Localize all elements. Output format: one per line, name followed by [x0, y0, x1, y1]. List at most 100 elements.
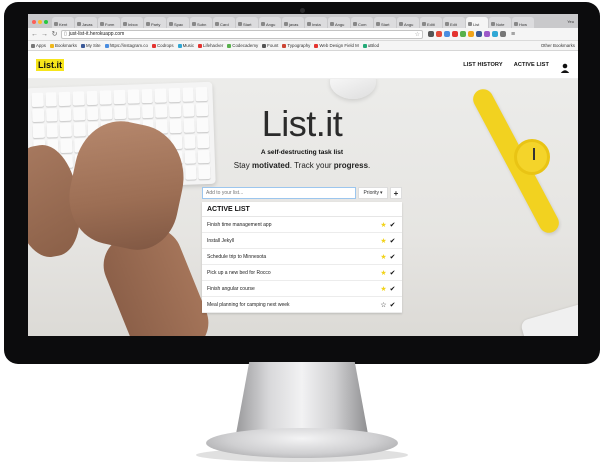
nav-list-history[interactable]: LIST HISTORY — [463, 62, 502, 68]
browser-tab[interactable]: Note — [489, 17, 511, 28]
browser-user-label[interactable]: Yeu — [567, 19, 578, 28]
browser-tab[interactable]: Edit — [443, 17, 465, 28]
task-item[interactable]: Meal planning for camping next week ☆ ✔ — [202, 297, 402, 313]
add-task-input[interactable] — [202, 187, 356, 199]
forward-arrow-icon[interactable]: → — [41, 31, 48, 38]
extension-icon[interactable] — [500, 31, 506, 37]
browser-tab[interactable]: Angu — [259, 17, 281, 28]
tab-favicon-icon — [169, 22, 173, 26]
bookmark-label: Web Design Field M — [319, 43, 359, 48]
browser-tab[interactable]: Party — [144, 17, 166, 28]
bookmark-item[interactable]: Fount — [262, 43, 278, 48]
extension-icon[interactable] — [428, 31, 434, 37]
add-task-row: Priority▾ + — [202, 187, 402, 199]
star-outline-icon[interactable]: ☆ — [379, 301, 388, 309]
extension-icon[interactable] — [452, 31, 458, 37]
star-filled-icon[interactable]: ★ — [379, 221, 388, 229]
priority-dropdown[interactable]: Priority ▾ — [358, 187, 388, 199]
extension-icon[interactable] — [436, 31, 442, 37]
watch-face-photo — [514, 139, 550, 175]
bookmark-label: https://instagram.co — [109, 43, 148, 48]
tab-favicon-icon — [54, 22, 58, 26]
tab-favicon-icon — [123, 22, 127, 26]
reload-icon[interactable]: ↻ — [51, 31, 58, 38]
browser-tab[interactable]: Start — [236, 17, 258, 28]
browser-tab[interactable]: Angu — [328, 17, 350, 28]
browser-tab[interactable]: Angu — [397, 17, 419, 28]
bookmark-item[interactable]: Apps — [31, 43, 46, 48]
star-filled-icon[interactable]: ★ — [379, 237, 388, 245]
hero-section: List.it A self-destructing task list Sta… — [28, 79, 578, 336]
caret-down-icon: ▾ — [380, 190, 383, 196]
maximize-window-button[interactable] — [44, 20, 48, 24]
task-item[interactable]: Pick up a new bed for Rocco ★ ✔ — [202, 265, 402, 281]
browser-tab[interactable]: Spac — [167, 17, 189, 28]
menu-icon[interactable]: ≡ — [511, 31, 515, 38]
browser-tab[interactable]: Subn — [190, 17, 212, 28]
task-text: Finish angular course — [207, 285, 255, 292]
browser-tab[interactable]: Kent — [52, 17, 74, 28]
add-task-button[interactable]: + — [390, 187, 402, 199]
task-item[interactable]: Finish time management app ★ ✔ — [202, 217, 402, 233]
bookmarks-bar: Apps Bookmarks My Site https://instagram.co… — [28, 41, 578, 51]
browser-tab[interactable]: Form — [98, 17, 120, 28]
checkmark-icon[interactable]: ✔ — [388, 237, 397, 245]
app-logo[interactable]: List.it — [36, 58, 64, 71]
bookmark-item[interactable]: Codrops — [151, 43, 174, 48]
extension-icon[interactable] — [484, 31, 490, 37]
checkmark-icon[interactable]: ✔ — [388, 269, 397, 277]
extension-icon[interactable] — [468, 31, 474, 37]
browser-tab[interactable]: Com — [351, 17, 373, 28]
extension-icon[interactable] — [492, 31, 498, 37]
bookmark-item[interactable]: My Site — [80, 43, 101, 48]
bookmark-star-icon[interactable]: ☆ — [415, 31, 420, 38]
browser-tab[interactable]: Start — [374, 17, 396, 28]
star-filled-icon[interactable]: ★ — [379, 285, 388, 293]
bookmark-label: Fount — [267, 43, 279, 48]
bookmark-item[interactable]: Web Design Field M — [314, 43, 359, 48]
screen: Kent Javas Form Inbox Party Spac Subn Card Start… — [28, 14, 578, 336]
bookmark-item[interactable]: Lifehacker — [198, 43, 223, 48]
task-text: Schedule trip to Minnesota — [207, 253, 267, 260]
other-bookmarks[interactable]: Other Bookmarks — [541, 43, 575, 48]
browser-tab[interactable]: List — [466, 17, 488, 28]
browser-tab[interactable]: Inbox — [121, 17, 143, 28]
bookmark-favicon-icon — [227, 43, 232, 48]
checkmark-icon[interactable]: ✔ — [388, 301, 397, 309]
bookmark-item[interactable]: Typography — [282, 43, 310, 48]
task-item[interactable]: Finish angular course ★ ✔ — [202, 281, 402, 297]
browser-tab[interactable]: javas — [282, 17, 304, 28]
bookmark-item[interactable]: https://instagram.co — [104, 43, 148, 48]
checkmark-icon[interactable]: ✔ — [388, 221, 397, 229]
extension-icon[interactable] — [476, 31, 482, 37]
tab-favicon-icon — [100, 22, 104, 26]
bookmark-favicon-icon — [104, 43, 109, 48]
browser-tab[interactable]: Card — [213, 17, 235, 28]
hero-tagline: Stay motivated. Track your progress. — [233, 161, 371, 170]
bookmark-item[interactable]: uBlod — [362, 43, 379, 48]
task-item[interactable]: Install Jekyll ★ ✔ — [202, 233, 402, 249]
bookmark-favicon-icon — [198, 43, 203, 48]
browser-tab[interactable]: Javas — [75, 17, 97, 28]
extension-icon[interactable] — [460, 31, 466, 37]
nav-active-list[interactable]: ACTIVE LIST — [514, 62, 549, 68]
task-item[interactable]: Schedule trip to Minnesota ★ ✔ — [202, 249, 402, 265]
bookmark-item[interactable]: Bookmarks — [50, 43, 77, 48]
extension-icon[interactable] — [444, 31, 450, 37]
browser-tab[interactable]: How — [512, 17, 534, 28]
checkmark-icon[interactable]: ✔ — [388, 253, 397, 261]
browser-tab[interactable]: Insta — [305, 17, 327, 28]
user-icon[interactable] — [560, 60, 570, 73]
star-filled-icon[interactable]: ★ — [379, 253, 388, 261]
bookmark-item[interactable]: Music — [177, 43, 194, 48]
minimize-window-button[interactable] — [38, 20, 42, 24]
task-text: Finish time management app — [207, 221, 272, 228]
bookmark-item[interactable]: Codecademy — [227, 43, 258, 48]
imac-mockup: Kent Javas Form Inbox Party Spac Subn Card Start… — [0, 0, 604, 464]
back-arrow-icon[interactable]: ← — [31, 31, 38, 38]
address-bar[interactable]: ▯ just-list-it.herokuapp.com ☆ — [61, 29, 423, 39]
browser-tab[interactable]: Editi — [420, 17, 442, 28]
star-filled-icon[interactable]: ★ — [379, 269, 388, 277]
checkmark-icon[interactable]: ✔ — [388, 285, 397, 293]
close-window-button[interactable] — [32, 20, 36, 24]
